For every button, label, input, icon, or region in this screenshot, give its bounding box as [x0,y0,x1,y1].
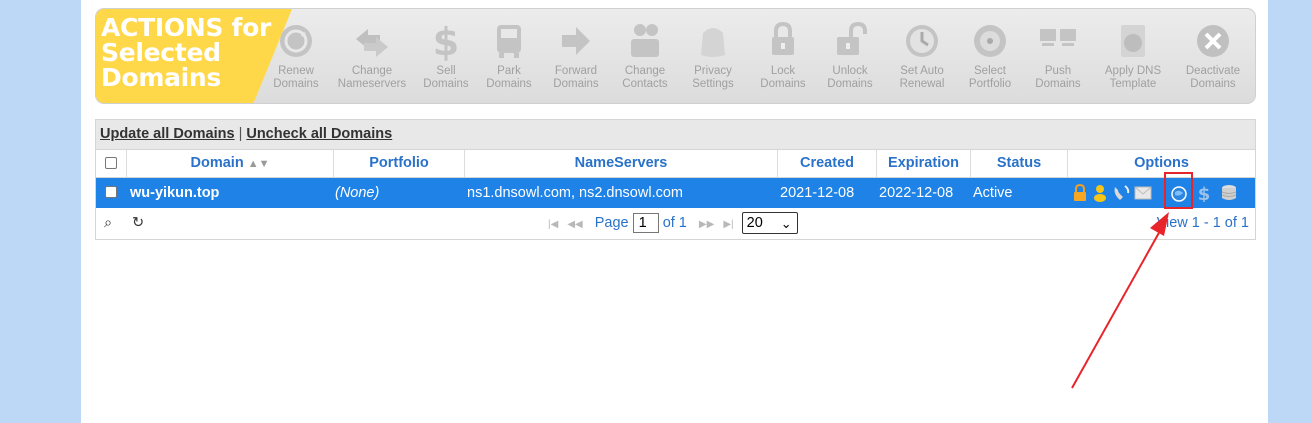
last-page-icon[interactable]: ▶| [723,219,733,230]
portfolio-icon [974,25,1006,57]
chevron-down-icon: ⌄ [780,216,792,232]
apply-dns-template-button[interactable]: Apply DNS Template [1097,19,1169,90]
select-all-checkbox[interactable] [105,157,117,169]
change-nameservers-icon [356,29,388,57]
uncheck-all-domains-link[interactable]: Uncheck all Domains [246,126,392,142]
push-icon [1040,29,1076,46]
unlock-icon [837,21,867,55]
update-all-domains-link[interactable]: Update all Domains [100,126,235,142]
dns-template-icon [1121,25,1145,57]
change-contacts-button[interactable]: Change Contacts [616,19,674,90]
database-icon[interactable] [1220,184,1238,202]
refresh-icon[interactable]: ↻ [132,208,144,239]
first-page-icon[interactable]: |◀ [548,219,558,230]
row-domain[interactable]: wu-yikun.top [130,178,219,208]
dollar-icon[interactable]: $ [1195,184,1213,202]
next-page-icon[interactable]: ▶▶ [699,219,714,230]
svg-text:$: $ [433,20,459,61]
svg-text:$: $ [1198,184,1211,202]
close-icon [1197,25,1229,57]
domain-column-header[interactable]: Domain ▲▼ [127,150,334,177]
status-column-header[interactable]: Status [971,150,1068,177]
change-nameservers-button[interactable]: Change Nameservers [332,19,412,90]
park-domains-button[interactable]: Park Domains [481,19,537,90]
options-column-header: Options [1134,155,1189,171]
grid-toolbar: Update all Domains | Uncheck all Domains [96,120,1255,150]
row-status: Active [973,185,1013,201]
push-domains-button[interactable]: Push Domains [1028,19,1088,90]
row-expiration: 2022-12-08 [879,185,954,201]
privacy-icon [701,28,725,57]
row-checkbox-cell [105,178,117,208]
actions-title-badge: ACTIONS for Selected Domains [96,9,292,103]
lock-icon [772,21,794,55]
renew-domains-button[interactable]: Renew Domains [266,19,326,90]
dollar-icon: $ [433,20,459,61]
created-column-header[interactable]: Created [778,150,877,177]
sort-icon: ▲▼ [247,158,270,170]
prev-page-icon[interactable]: ◀◀ [567,219,582,230]
portfolio-column-header[interactable]: Portfolio [334,150,465,177]
deactivate-domains-button[interactable]: Deactivate Domains [1178,19,1248,90]
privacy-settings-button[interactable]: Privacy Settings [684,19,742,90]
sell-domains-button[interactable]: $ Sell Domains [418,19,474,90]
expiration-column-header[interactable]: Expiration [877,150,971,177]
page-size-select[interactable]: 20 ⌄ [741,212,798,235]
header-checkbox-cell [96,150,127,177]
row-portfolio: (None) [335,185,380,201]
actions-title: ACTIONS for Selected Domains [101,13,272,92]
pager-controls: |◀ ◀◀ Page 1 of 1 ▶▶ ▶| 20 ⌄ [548,208,798,239]
renew-icon [280,25,312,57]
row-nameservers: ns1.dnsowl.com, ns2.dnsowl.com [467,185,683,201]
row-checkbox[interactable] [105,186,117,198]
unlock-domains-button[interactable]: Unlock Domains [820,19,880,90]
lock-domains-button[interactable]: Lock Domains [753,19,813,90]
forward-arrow-icon [562,27,590,55]
forward-domains-button[interactable]: Forward Domains [547,19,605,90]
search-icon[interactable]: ⌕ [104,208,112,239]
toolbar-separator: | [238,126,243,142]
grid-header: Domain ▲▼ Portfolio NameServers Created … [96,150,1255,178]
contacts-icon [631,24,659,57]
clock-icon [906,25,938,57]
row-created: 2021-12-08 [780,185,855,201]
park-icon [497,25,521,58]
nameservers-column-header[interactable]: NameServers [465,150,778,177]
select-portfolio-button[interactable]: Select Portfolio [960,19,1020,90]
annotation-arrow [1071,212,1169,389]
actions-bar: ACTIONS for Selected Domains Renew Domai… [95,8,1256,104]
page-number-input[interactable]: 1 [632,213,659,234]
set-auto-renewal-button[interactable]: Set Auto Renewal [890,19,954,90]
